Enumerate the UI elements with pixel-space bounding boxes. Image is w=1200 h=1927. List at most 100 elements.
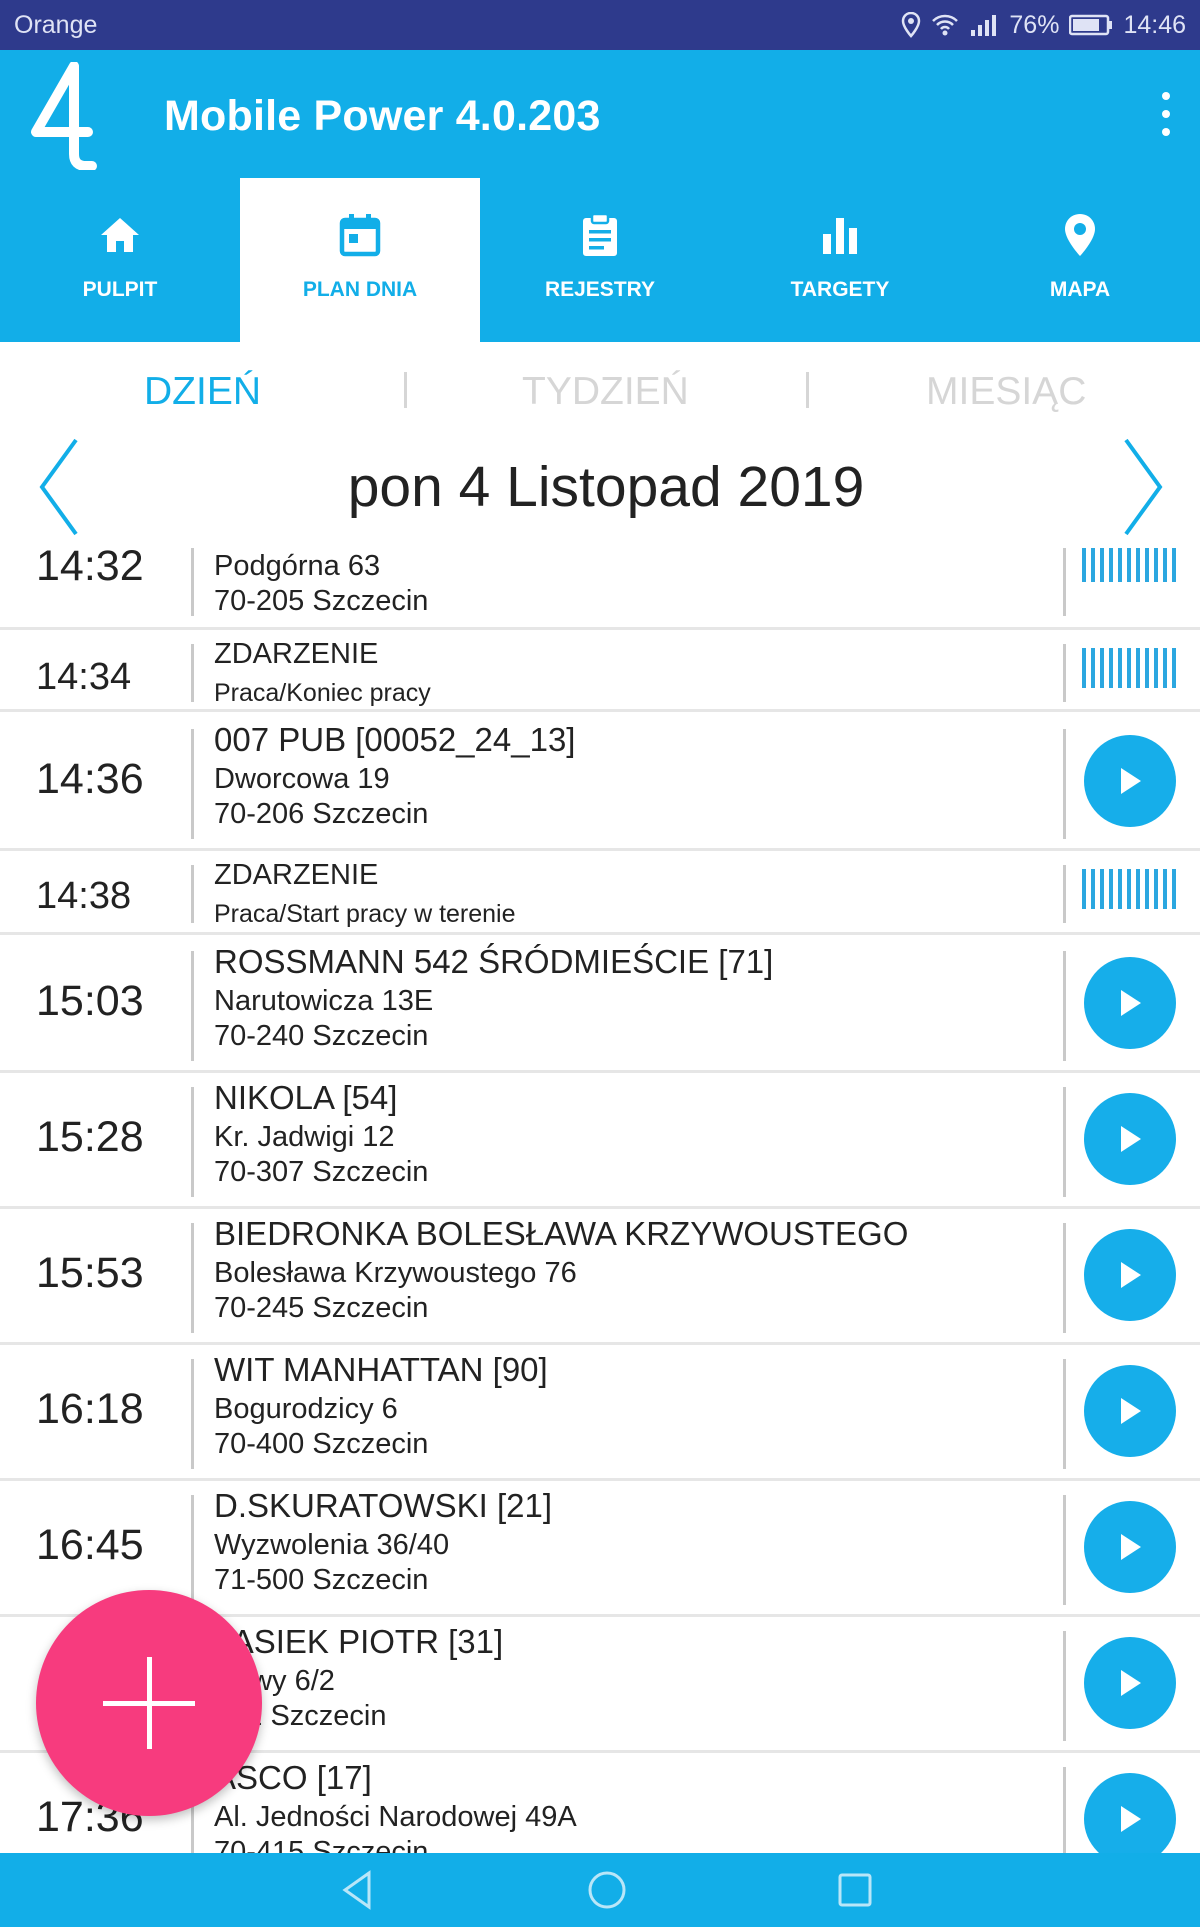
visit-details: ASCO [17] Al. Jedności Narodowej 49A 70-… bbox=[214, 1759, 1050, 1853]
bar-chart-icon bbox=[823, 218, 857, 254]
battery-icon bbox=[1069, 14, 1113, 36]
visit-city: 70-415 Szczecin bbox=[214, 1836, 429, 1853]
visit-address: Wyzwolenia 36/40 bbox=[214, 1529, 450, 1561]
visit-city: 70-307 Szczecin bbox=[214, 1156, 429, 1188]
tab-pulpit[interactable]: PULPIT bbox=[0, 178, 240, 342]
visit-details: 007 PUB [00052_24_13] Dworcowa 19 70-206… bbox=[214, 721, 1050, 831]
status-bar: Orange 76% 14:46 bbox=[0, 0, 1200, 50]
visit-details: ZDARZENIE Praca/Start pracy w terenie bbox=[214, 859, 1050, 929]
list-item[interactable]: 14:38 ZDARZENIE Praca/Start pracy w tere… bbox=[0, 853, 1200, 935]
divider bbox=[191, 951, 194, 1061]
app-logo-icon bbox=[31, 62, 97, 170]
start-visit-button[interactable] bbox=[1084, 957, 1176, 1049]
divider bbox=[1063, 1223, 1066, 1333]
signal-icon bbox=[971, 15, 997, 36]
tab-label: REJESTRY bbox=[544, 278, 656, 301]
barcode-icon bbox=[1082, 869, 1178, 909]
visit-address: Bogurodzicy 6 bbox=[214, 1393, 398, 1425]
divider bbox=[191, 1223, 194, 1333]
play-icon bbox=[1121, 1126, 1141, 1152]
visit-address: Bolesława Krzywoustego 76 bbox=[214, 1257, 577, 1289]
event-title: ZDARZENIE bbox=[214, 638, 379, 670]
add-visit-button[interactable] bbox=[36, 1590, 262, 1816]
clock: 14:46 bbox=[1123, 10, 1186, 39]
visit-name: BIEDRONKA BOLESŁAWA KRZYWOUSTEGO bbox=[214, 1215, 909, 1252]
segment-divider bbox=[404, 372, 407, 408]
back-icon[interactable] bbox=[335, 1867, 381, 1913]
visit-details: BIEDRONKA BOLESŁAWA KRZYWOUSTEGO Bolesła… bbox=[214, 1215, 1050, 1325]
chevron-right-icon[interactable] bbox=[1118, 436, 1168, 538]
start-visit-button[interactable] bbox=[1084, 735, 1176, 827]
divider bbox=[191, 644, 194, 702]
list-item[interactable]: 15:53 BIEDRONKA BOLESŁAWA KRZYWOUSTEGO B… bbox=[0, 1209, 1200, 1345]
visit-details: ROSSMANN 542 ŚRÓDMIEŚCIE [71] Narutowicz… bbox=[214, 943, 1050, 1053]
tab-label: PULPIT bbox=[82, 278, 158, 301]
tab-label: TARGETY bbox=[790, 278, 890, 301]
list-item[interactable]: 14:36 007 PUB [00052_24_13] Dworcowa 19 … bbox=[0, 715, 1200, 851]
list-item[interactable]: 14:32 Podgórna 63 70-205 Szczecin bbox=[0, 540, 1200, 630]
divider bbox=[1063, 729, 1066, 839]
divider bbox=[1063, 644, 1066, 702]
clipboard-icon bbox=[583, 212, 617, 256]
system-nav-bar bbox=[0, 1853, 1200, 1927]
tab-plan-dnia[interactable]: PLAN DNIA bbox=[240, 178, 480, 342]
visit-details: TASIEK PIOTR [31] sławy 6/2 402 Szczecin bbox=[214, 1623, 1050, 1733]
divider bbox=[1063, 548, 1066, 616]
visit-address: Narutowicza 13E bbox=[214, 985, 434, 1017]
wifi-icon bbox=[932, 14, 959, 36]
visit-name: WIT MANHATTAN [90] bbox=[214, 1351, 548, 1388]
start-visit-button[interactable] bbox=[1084, 1229, 1176, 1321]
start-visit-button[interactable] bbox=[1084, 1501, 1176, 1593]
visit-details: NIKOLA [54] Kr. Jadwigi 12 70-307 Szczec… bbox=[214, 1079, 1050, 1189]
start-visit-button[interactable] bbox=[1084, 1773, 1176, 1853]
divider bbox=[1063, 865, 1066, 923]
tab-rejestry[interactable]: REJESTRY bbox=[480, 178, 720, 342]
more-options-icon[interactable] bbox=[1158, 92, 1174, 136]
segment-week[interactable]: TYDZIEŃ bbox=[522, 370, 689, 414]
play-icon bbox=[1121, 1262, 1141, 1288]
segment-month[interactable]: MIESIĄC bbox=[926, 370, 1086, 414]
start-visit-button[interactable] bbox=[1084, 1365, 1176, 1457]
visit-name: ASCO [17] bbox=[214, 1759, 372, 1796]
visit-address: Dworcowa 19 bbox=[214, 763, 390, 795]
event-title: ZDARZENIE bbox=[214, 859, 379, 891]
app-bar: Mobile Power 4.0.203 bbox=[0, 50, 1200, 178]
list-item[interactable]: 15:28 NIKOLA [54] Kr. Jadwigi 12 70-307 … bbox=[0, 1073, 1200, 1209]
tab-mapa[interactable]: MAPA bbox=[960, 178, 1200, 342]
visit-city: 402 Szczecin bbox=[214, 1700, 387, 1732]
visit-time: 16:18 bbox=[36, 1385, 144, 1433]
segment-day[interactable]: DZIEŃ bbox=[144, 370, 261, 414]
main-tab-bar: PULPIT PLAN DNIA REJESTRY TARGETY MAPA bbox=[0, 178, 1200, 342]
home-circle-icon[interactable] bbox=[584, 1867, 630, 1913]
visit-time: 14:38 bbox=[36, 875, 132, 917]
start-visit-button[interactable] bbox=[1084, 1093, 1176, 1185]
carrier-label: Orange bbox=[14, 10, 98, 39]
battery-percent: 76% bbox=[1009, 10, 1060, 39]
barcode-icon bbox=[1082, 548, 1178, 582]
visit-city: 70-205 Szczecin bbox=[214, 585, 429, 617]
start-visit-button[interactable] bbox=[1084, 1637, 1176, 1729]
status-indicators: 76% 14:46 bbox=[901, 11, 1186, 40]
divider bbox=[191, 729, 194, 839]
visit-city: 71-500 Szczecin bbox=[214, 1564, 429, 1596]
recents-icon[interactable] bbox=[832, 1867, 878, 1913]
list-item[interactable]: 14:34 ZDARZENIE Praca/Koniec pracy bbox=[0, 632, 1200, 712]
play-icon bbox=[1121, 1670, 1141, 1696]
tab-targety[interactable]: TARGETY bbox=[720, 178, 960, 342]
visit-details: D.SKURATOWSKI [21] Wyzwolenia 36/40 71-5… bbox=[214, 1487, 1050, 1597]
visit-name: ROSSMANN 542 ŚRÓDMIEŚCIE [71] bbox=[214, 943, 774, 980]
divider bbox=[1063, 1631, 1066, 1741]
visit-time: 14:34 bbox=[36, 656, 132, 698]
date-title: pon 4 Listopad 2019 bbox=[347, 455, 865, 519]
barcode-icon bbox=[1082, 648, 1178, 688]
list-item[interactable]: 16:18 WIT MANHATTAN [90] Bogurodzicy 6 7… bbox=[0, 1345, 1200, 1481]
segment-divider bbox=[806, 372, 809, 408]
divider bbox=[1063, 1767, 1066, 1853]
visit-time: 15:28 bbox=[36, 1113, 144, 1161]
visit-name: NIKOLA [54] bbox=[214, 1079, 398, 1116]
list-item[interactable]: 15:03 ROSSMANN 542 ŚRÓDMIEŚCIE [71] Naru… bbox=[0, 937, 1200, 1073]
visit-city: 70-206 Szczecin bbox=[214, 798, 429, 830]
play-icon bbox=[1121, 768, 1141, 794]
visit-time: 15:03 bbox=[36, 977, 144, 1025]
visit-time: 15:53 bbox=[36, 1249, 144, 1297]
